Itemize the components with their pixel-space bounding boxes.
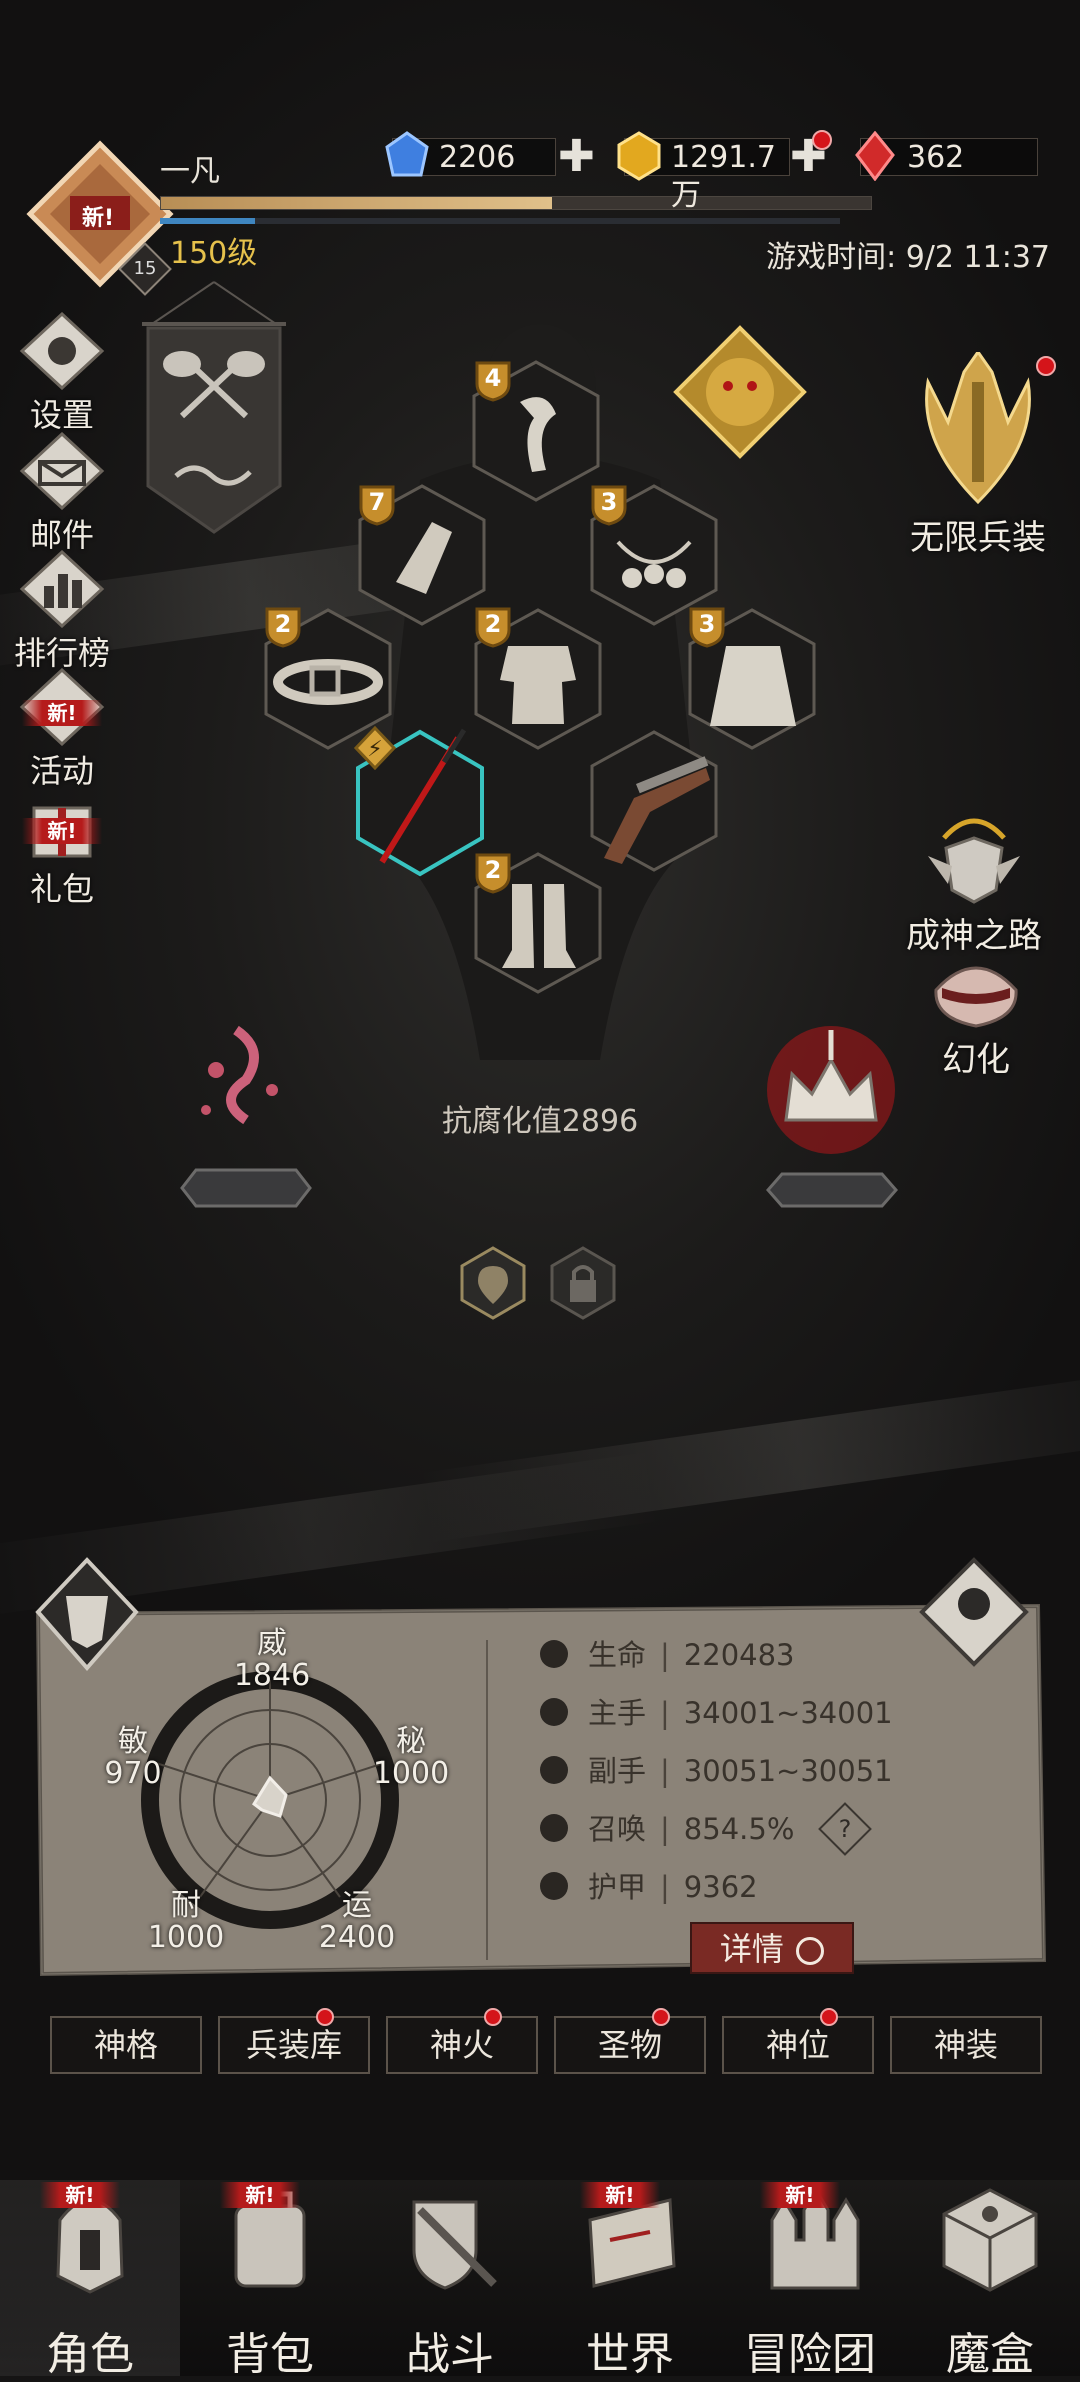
menu-gift-pack[interactable]: 新! 礼包	[10, 786, 114, 910]
stat-off-hand: 副手 | 30051~30051	[540, 1746, 893, 1796]
heart-icon	[540, 1640, 568, 1668]
nav-world-new-tag: 新!	[580, 2182, 660, 2208]
nav-world[interactable]: 新! 世界	[540, 2180, 720, 2380]
equip-level-badge-necklace: 3	[590, 484, 628, 526]
add-blue-gem-button[interactable]: ✚	[558, 135, 595, 179]
lion-emblem-icon[interactable]	[672, 324, 808, 460]
ranking-icon	[19, 549, 105, 629]
gear-icon	[19, 311, 105, 391]
energy-bar	[160, 218, 840, 224]
red-gem-icon	[855, 131, 895, 181]
magnifier-icon	[796, 1937, 825, 1965]
infinite-arms-notification-dot	[1036, 356, 1056, 376]
corruption-resistance-value: 抗腐化值2896	[441, 1104, 639, 1139]
shield-sword-icon	[412, 2200, 497, 2290]
equip-level-badge-armguard: 7	[358, 484, 396, 526]
currency-blue-gem: 2206	[385, 131, 556, 177]
path-to-godhood-label: 成神之路	[906, 916, 1042, 956]
infinite-arms-label: 无限兵装	[910, 518, 1046, 558]
radar-label-wei: 威 1846	[233, 1626, 311, 1693]
summon-icon	[540, 1814, 568, 1842]
nav-character-new-tag: 新!	[40, 2182, 120, 2208]
tab-arsenal-dot	[316, 2008, 334, 2026]
currency-gold-gem: 1291.7万	[617, 131, 790, 213]
path-to-godhood-icon	[928, 818, 1020, 904]
locked-slot-button[interactable]	[548, 1246, 618, 1320]
energy-bar-fill	[160, 218, 256, 224]
radar-label-min: 敏 970	[104, 1724, 162, 1791]
experience-bar-fill	[161, 197, 552, 209]
nav-magic-box[interactable]: 魔盒	[900, 2180, 1080, 2380]
tab-holy-relic-dot	[652, 2008, 670, 2026]
tab-divine-rank[interactable]: 神位	[722, 2016, 874, 2074]
infinite-arms-icon	[925, 349, 1031, 505]
menu-events-new-tag: 新!	[22, 700, 102, 726]
tab-divinity[interactable]: 神格	[50, 2016, 202, 2074]
transmog-icon	[934, 966, 1018, 1028]
sword-icon	[540, 1698, 568, 1726]
nav-backpack-new-tag: 新!	[220, 2182, 300, 2208]
blue-gem-value: 2206	[439, 140, 516, 175]
equip-level-badge-chest-armor: 2	[474, 606, 512, 648]
gold-notification-dot	[812, 130, 832, 150]
tab-arsenal[interactable]: 兵装库	[218, 2016, 370, 2074]
gold-gem-icon	[617, 131, 661, 181]
red-gem-value: 362	[907, 140, 965, 175]
stats-divider	[486, 1640, 488, 1960]
player-name: 一凡	[160, 154, 220, 189]
stat-armor: 护甲 | 9362	[540, 1862, 758, 1912]
tab-divine-gear[interactable]: 神装	[890, 2016, 1042, 2074]
infinite-arms-button[interactable]: 无限兵装	[888, 349, 1068, 559]
radar-label-mi: 秘 1000	[372, 1724, 450, 1791]
magic-box-icon	[942, 2188, 1038, 2292]
radar-label-nai: 耐 1000	[147, 1888, 225, 1955]
guild-banner[interactable]	[142, 276, 286, 536]
spear-upgrade-icon: ⚡	[354, 726, 396, 770]
radar-label-yun: 运 2400	[318, 1888, 396, 1955]
attribute-radar-shape	[252, 1775, 288, 1818]
transmog-label: 幻化	[942, 1040, 1010, 1080]
armor-icon	[540, 1872, 568, 1900]
menu-settings[interactable]: 设置	[10, 311, 114, 436]
transmog-button[interactable]: 幻化	[906, 952, 1046, 1081]
menu-gift-pack-label: 礼包	[29, 870, 94, 908]
avatar-new-tag: 新!	[81, 206, 115, 231]
collapse-panel-icon[interactable]	[916, 1556, 1032, 1672]
path-to-godhood-button[interactable]: 成神之路	[888, 808, 1060, 957]
experience-bar	[160, 196, 872, 210]
nav-character[interactable]: 新! 角色	[0, 2180, 180, 2380]
nav-backpack[interactable]: 新! 背包	[180, 2180, 360, 2380]
player-level: 150级	[170, 236, 258, 271]
equip-slot-pistol[interactable]	[588, 728, 720, 874]
stat-main-hand: 主手 | 34001~34001	[540, 1688, 893, 1738]
nav-battle[interactable]: 战斗	[360, 2180, 540, 2380]
menu-settings-label: 设置	[29, 396, 94, 434]
details-button-label: 详情	[719, 1930, 784, 1968]
blue-gem-icon	[385, 131, 429, 177]
nav-adventure-team[interactable]: 新! 冒险团	[720, 2180, 900, 2380]
menu-ranking[interactable]: 排行榜	[10, 549, 114, 674]
menu-mail[interactable]: 邮件	[10, 431, 114, 556]
tab-divine-fire[interactable]: 神火	[386, 2016, 538, 2074]
offhand-icon	[540, 1756, 568, 1784]
nav-adventure-team-new-tag: 新!	[760, 2182, 840, 2208]
equip-level-badge-greaves: 2	[474, 852, 512, 894]
equip-level-badge-scarf: 4	[474, 360, 512, 402]
details-button[interactable]: 详情	[690, 1922, 854, 1974]
help-icon: ?	[838, 1815, 852, 1843]
equip-level-badge-belt: 2	[264, 606, 302, 648]
mail-icon	[19, 431, 105, 511]
stat-summon: 召唤 | 854.5%	[540, 1804, 794, 1854]
tab-holy-relic[interactable]: 圣物	[554, 2016, 706, 2074]
currency-red-gem: 362	[855, 131, 1038, 181]
equip-level-badge-cloak: 3	[688, 606, 726, 648]
location-pin-button[interactable]	[458, 1246, 528, 1320]
tab-divine-fire-dot	[484, 2008, 502, 2026]
menu-gift-pack-new-tag: 新!	[22, 818, 102, 844]
stat-hp: 生命 | 220483	[540, 1630, 795, 1680]
tab-divine-rank-dot	[820, 2008, 838, 2026]
game-time: 游戏时间: 9/2 11:37	[766, 240, 1050, 275]
svg-text:⚡: ⚡	[367, 737, 382, 762]
menu-events[interactable]: 新! 活动	[10, 667, 114, 792]
